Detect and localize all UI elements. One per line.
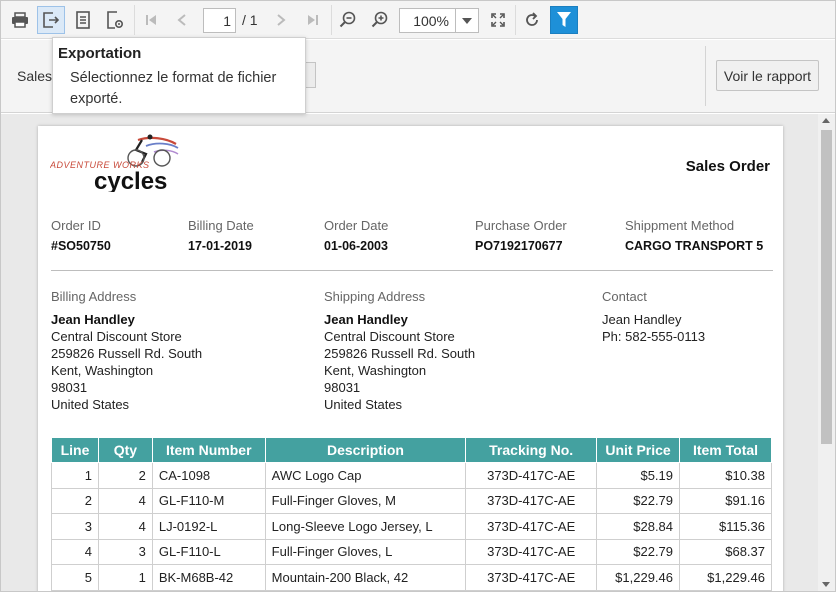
table-row: 5 1 BK-M68B-42 Mountain-200 Black, 42 373D-4… — [51, 564, 772, 591]
order-date-label: Order Date — [324, 218, 389, 233]
tooltip-title: Exportation — [58, 45, 142, 62]
contact-label: Contact — [602, 289, 647, 304]
report-page: ADVENTURE WORKS cycles Sales Order Order… — [38, 126, 783, 591]
scroll-up-icon[interactable] — [822, 118, 830, 123]
scrollbar-thumb[interactable] — [821, 130, 832, 444]
shipping-address: Jean Handley Central Discount Store 2598… — [324, 312, 476, 412]
column-header: Tracking No. — [465, 437, 598, 463]
table-row: 2 4 GL-F110-M Full-Finger Gloves, M 373D-417… — [51, 487, 772, 514]
toolbar: 1 / 1 100% — [1, 1, 835, 39]
column-header: Line — [51, 437, 99, 463]
shipment-method-value: CARGO TRANSPORT 5 — [625, 239, 764, 253]
billing-address-label: Billing Address — [51, 289, 137, 304]
next-page-icon[interactable] — [267, 6, 295, 34]
shipping-address-label: Shipping Address — [324, 289, 426, 304]
table-row: 3 4 LJ-0192-L Long-Sleeve Logo Jersey, L 373… — [51, 513, 772, 540]
zoom-in-icon[interactable] — [366, 6, 394, 34]
contact-info: Jean Handley Ph: 582-555-0113 — [602, 312, 706, 344]
purchase-order-value: PO7192170677 — [475, 239, 563, 253]
refresh-icon[interactable] — [518, 6, 546, 34]
page-total: / 1 — [242, 12, 258, 28]
print-icon[interactable] — [6, 6, 34, 34]
previous-page-icon[interactable] — [168, 6, 196, 34]
first-page-icon[interactable] — [137, 6, 165, 34]
view-report-button[interactable]: Voir le rapport — [716, 60, 819, 91]
chevron-down-icon[interactable] — [455, 8, 479, 33]
sales-parameter-label: Sales — [17, 68, 53, 84]
table-row: 4 3 GL-F110-L Full-Finger Gloves, L 373D-417… — [51, 538, 772, 565]
column-header: Item Total — [679, 437, 772, 463]
zoom-out-icon[interactable] — [334, 6, 362, 34]
billing-date-value: 17-01-2019 — [188, 239, 252, 253]
export-tooltip: Exportation Sélectionnez le format de fi… — [52, 37, 306, 114]
order-id-label: Order ID — [51, 218, 101, 233]
last-page-icon[interactable] — [299, 6, 327, 34]
billing-address: Jean Handley Central Discount Store 2598… — [51, 312, 203, 412]
billing-date-label: Billing Date — [188, 218, 254, 233]
order-id-value: #SO50750 — [51, 239, 111, 253]
shipment-method-label: Shippment Method — [625, 218, 735, 233]
section-divider — [51, 270, 773, 271]
svg-text:cycles: cycles — [94, 168, 167, 192]
column-header: Item Number — [151, 437, 266, 463]
report-viewer: 1 / 1 100% Sales Voir le rapport Exporta… — [0, 0, 836, 592]
column-header: Unit Price — [596, 437, 681, 463]
column-header: Qty — [97, 437, 153, 463]
table-row: 1 2 CA-1098 AWC Logo Cap 373D-417C-AE $5.19 $1… — [51, 462, 772, 489]
company-logo: ADVENTURE WORKS cycles — [49, 134, 220, 195]
export-icon[interactable] — [37, 6, 65, 34]
report-title: Sales Order — [685, 158, 770, 175]
line-items-table: Line Qty Item Number Description Trackin… — [51, 437, 772, 591]
order-date-value: 01-06-2003 — [324, 239, 388, 253]
column-header: Description — [264, 437, 467, 463]
zoom-input[interactable]: 100% — [399, 8, 455, 33]
tooltip-body: Sélectionnez le format de fichier export… — [70, 70, 277, 107]
filter-icon[interactable] — [550, 6, 578, 34]
vertical-scrollbar[interactable] — [818, 114, 835, 591]
table-header-row: Line Qty Item Number Description Trackin… — [51, 437, 772, 463]
fit-page-icon[interactable] — [484, 6, 512, 34]
page-number-input[interactable]: 1 — [203, 8, 236, 33]
scroll-down-icon[interactable] — [822, 582, 830, 587]
page-settings-icon[interactable] — [101, 6, 129, 34]
purchase-order-label: Purchase Order — [475, 218, 567, 233]
page-setup-icon[interactable] — [69, 6, 97, 34]
